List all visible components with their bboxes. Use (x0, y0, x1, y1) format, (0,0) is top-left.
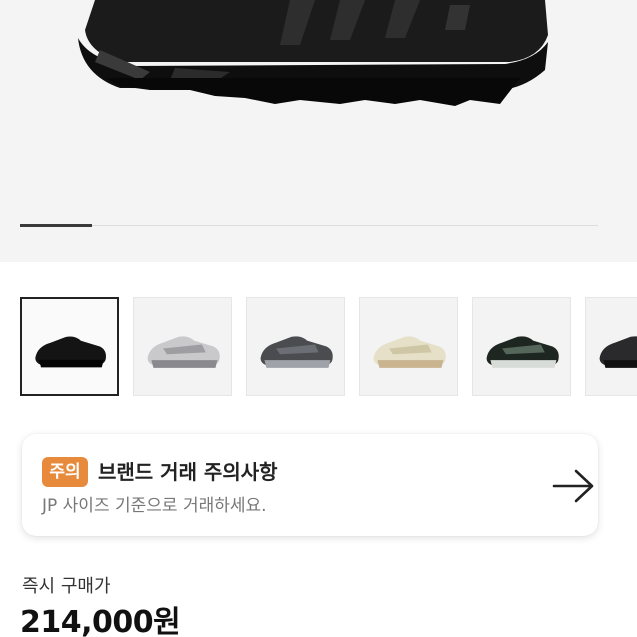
caution-badge: 주의 (42, 457, 88, 487)
thumbnail-cream[interactable] (359, 297, 458, 396)
arrow-right-icon[interactable] (550, 466, 598, 506)
gallery-progress-indicator (20, 224, 93, 227)
notice-title: 브랜드 거래 주의사항 (98, 460, 278, 484)
product-hero-image[interactable] (0, 0, 637, 262)
instant-buy-price-label: 즉시 구매가 (22, 576, 111, 597)
shoe-thumbnail-icon (486, 336, 559, 368)
shoe-image (78, 0, 548, 106)
thumbnail-black-green[interactable] (472, 297, 571, 396)
notice-description: JP 사이즈 기준으로 거래하세요. (42, 496, 267, 516)
gallery-progress-track (20, 224, 598, 227)
thumbnail-black[interactable] (20, 297, 119, 396)
thumbnail-grey[interactable] (246, 297, 345, 396)
thumbnail-strip[interactable] (20, 297, 637, 397)
thumbnail-black-grey[interactable] (585, 297, 637, 396)
shoe-thumbnail-icon (373, 336, 446, 368)
shoe-thumbnail-icon (260, 336, 333, 368)
shoe-thumbnail-icon (599, 336, 637, 368)
shoe-thumbnail-icon (35, 336, 106, 368)
thumbnail-silver[interactable] (133, 297, 232, 396)
shoe-thumbnail-icon (147, 336, 220, 368)
brand-trade-notice-card[interactable]: 주의 브랜드 거래 주의사항 JP 사이즈 기준으로 거래하세요. (22, 434, 598, 536)
instant-buy-price: 214,000원 (20, 605, 181, 637)
